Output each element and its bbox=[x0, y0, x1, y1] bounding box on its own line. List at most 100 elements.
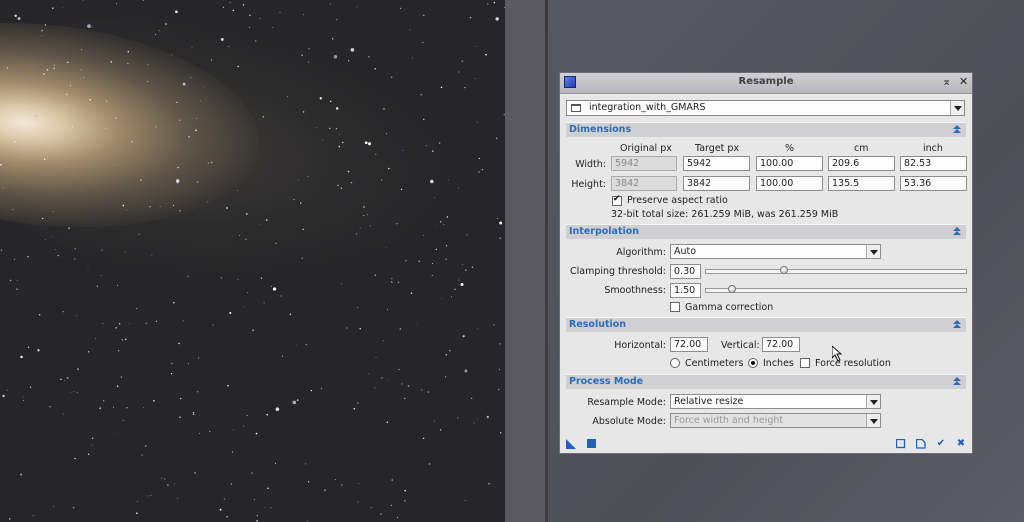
star bbox=[120, 376, 122, 378]
section-dimensions[interactable]: Dimensions bbox=[566, 122, 966, 137]
resample-mode-select[interactable]: Relative resize bbox=[670, 394, 881, 409]
star bbox=[431, 263, 434, 265]
collapse-icon[interactable] bbox=[952, 125, 962, 135]
star bbox=[14, 14, 17, 17]
vertical-field[interactable]: 72.00 bbox=[762, 337, 800, 352]
title-bar[interactable]: Resample ⌅ ✕ bbox=[560, 73, 972, 94]
star bbox=[60, 378, 62, 381]
size-info: 32-bit total size: 261.259 MiB, was 261.… bbox=[611, 209, 839, 220]
new-instance-icon[interactable] bbox=[915, 438, 926, 449]
star bbox=[420, 93, 422, 96]
star bbox=[220, 277, 223, 279]
triangle-icon[interactable] bbox=[566, 439, 576, 449]
star bbox=[80, 48, 83, 51]
star bbox=[397, 281, 400, 284]
star bbox=[457, 417, 459, 419]
star bbox=[136, 512, 138, 515]
height-percent-field[interactable]: 100.00 bbox=[756, 176, 823, 191]
apply-icon[interactable]: ✔ bbox=[936, 439, 946, 449]
star bbox=[346, 327, 348, 329]
collapse-icon[interactable] bbox=[952, 320, 962, 330]
star bbox=[110, 61, 113, 63]
force-resolution-checkbox[interactable] bbox=[800, 358, 810, 368]
width-cm-field[interactable]: 209.6 bbox=[828, 156, 895, 171]
width-target-field[interactable]: 5942 bbox=[683, 156, 750, 171]
smoothness-slider[interactable] bbox=[705, 285, 967, 293]
height-target-field[interactable]: 3842 bbox=[683, 176, 750, 191]
star bbox=[141, 454, 143, 456]
star bbox=[243, 306, 245, 308]
star bbox=[400, 188, 403, 191]
star bbox=[113, 406, 115, 408]
star bbox=[308, 48, 310, 50]
star bbox=[142, 0, 145, 1]
star bbox=[487, 3, 489, 5]
star bbox=[496, 137, 498, 139]
square-icon[interactable] bbox=[587, 439, 597, 449]
section-resolution[interactable]: Resolution bbox=[566, 317, 966, 332]
apply-global-icon[interactable]: ✖ bbox=[956, 439, 966, 449]
star bbox=[451, 296, 452, 298]
close-icon[interactable]: ✕ bbox=[959, 76, 968, 88]
star bbox=[302, 111, 305, 113]
smoothness-field[interactable]: 1.50 bbox=[670, 283, 701, 298]
star bbox=[433, 420, 435, 422]
star bbox=[357, 306, 359, 308]
width-percent-field[interactable]: 100.00 bbox=[756, 156, 823, 171]
horizontal-field[interactable]: 72.00 bbox=[670, 337, 708, 352]
star bbox=[443, 224, 445, 225]
centimeters-radio[interactable] bbox=[670, 358, 680, 368]
clamping-field[interactable]: 0.30 bbox=[670, 264, 701, 279]
star bbox=[191, 46, 193, 48]
height-cm-field[interactable]: 135.5 bbox=[828, 176, 895, 191]
preserve-aspect-checkbox[interactable] bbox=[612, 194, 622, 206]
star bbox=[439, 142, 441, 144]
star bbox=[427, 391, 430, 393]
star bbox=[229, 311, 232, 315]
clamping-slider[interactable] bbox=[705, 266, 967, 274]
star bbox=[464, 499, 466, 501]
star bbox=[187, 275, 189, 277]
star bbox=[260, 277, 263, 279]
gamma-correction-checkbox[interactable] bbox=[670, 302, 680, 312]
star bbox=[263, 302, 265, 304]
algorithm-select[interactable]: Auto bbox=[670, 244, 881, 259]
resample-mode-label: Resample Mode: bbox=[587, 397, 666, 408]
star bbox=[74, 248, 76, 250]
image-view[interactable] bbox=[0, 0, 505, 522]
reset-icon[interactable] bbox=[895, 438, 906, 449]
star bbox=[65, 103, 68, 106]
view-selector[interactable]: integration_with_GMARS bbox=[566, 100, 965, 116]
star bbox=[267, 487, 269, 490]
star bbox=[375, 153, 377, 155]
section-interpolation[interactable]: Interpolation bbox=[566, 224, 966, 239]
width-inch-field[interactable]: 82.53 bbox=[900, 156, 967, 171]
shade-icon[interactable]: ⌅ bbox=[942, 76, 951, 88]
inches-radio[interactable] bbox=[748, 358, 758, 368]
star bbox=[67, 61, 69, 64]
chevron-down-icon[interactable] bbox=[866, 395, 880, 408]
star bbox=[370, 507, 372, 509]
star bbox=[115, 326, 117, 329]
star bbox=[6, 389, 8, 391]
star bbox=[272, 27, 274, 28]
star bbox=[319, 97, 322, 100]
height-inch-field[interactable]: 53.36 bbox=[900, 176, 967, 191]
star bbox=[375, 356, 377, 358]
star bbox=[9, 279, 12, 282]
smoothness-slider-thumb[interactable] bbox=[728, 285, 736, 293]
star bbox=[458, 187, 459, 189]
collapse-icon[interactable] bbox=[952, 227, 962, 237]
section-process-mode[interactable]: Process Mode bbox=[566, 374, 966, 389]
star bbox=[307, 175, 309, 177]
star bbox=[124, 338, 127, 341]
star bbox=[41, 35, 43, 37]
star bbox=[151, 254, 153, 256]
chevron-down-icon[interactable] bbox=[866, 245, 880, 258]
collapse-icon[interactable] bbox=[952, 377, 962, 387]
clamping-slider-thumb[interactable] bbox=[780, 266, 788, 274]
star bbox=[149, 206, 151, 208]
star bbox=[70, 392, 71, 393]
chevron-down-icon[interactable] bbox=[950, 101, 964, 115]
star bbox=[49, 406, 51, 408]
